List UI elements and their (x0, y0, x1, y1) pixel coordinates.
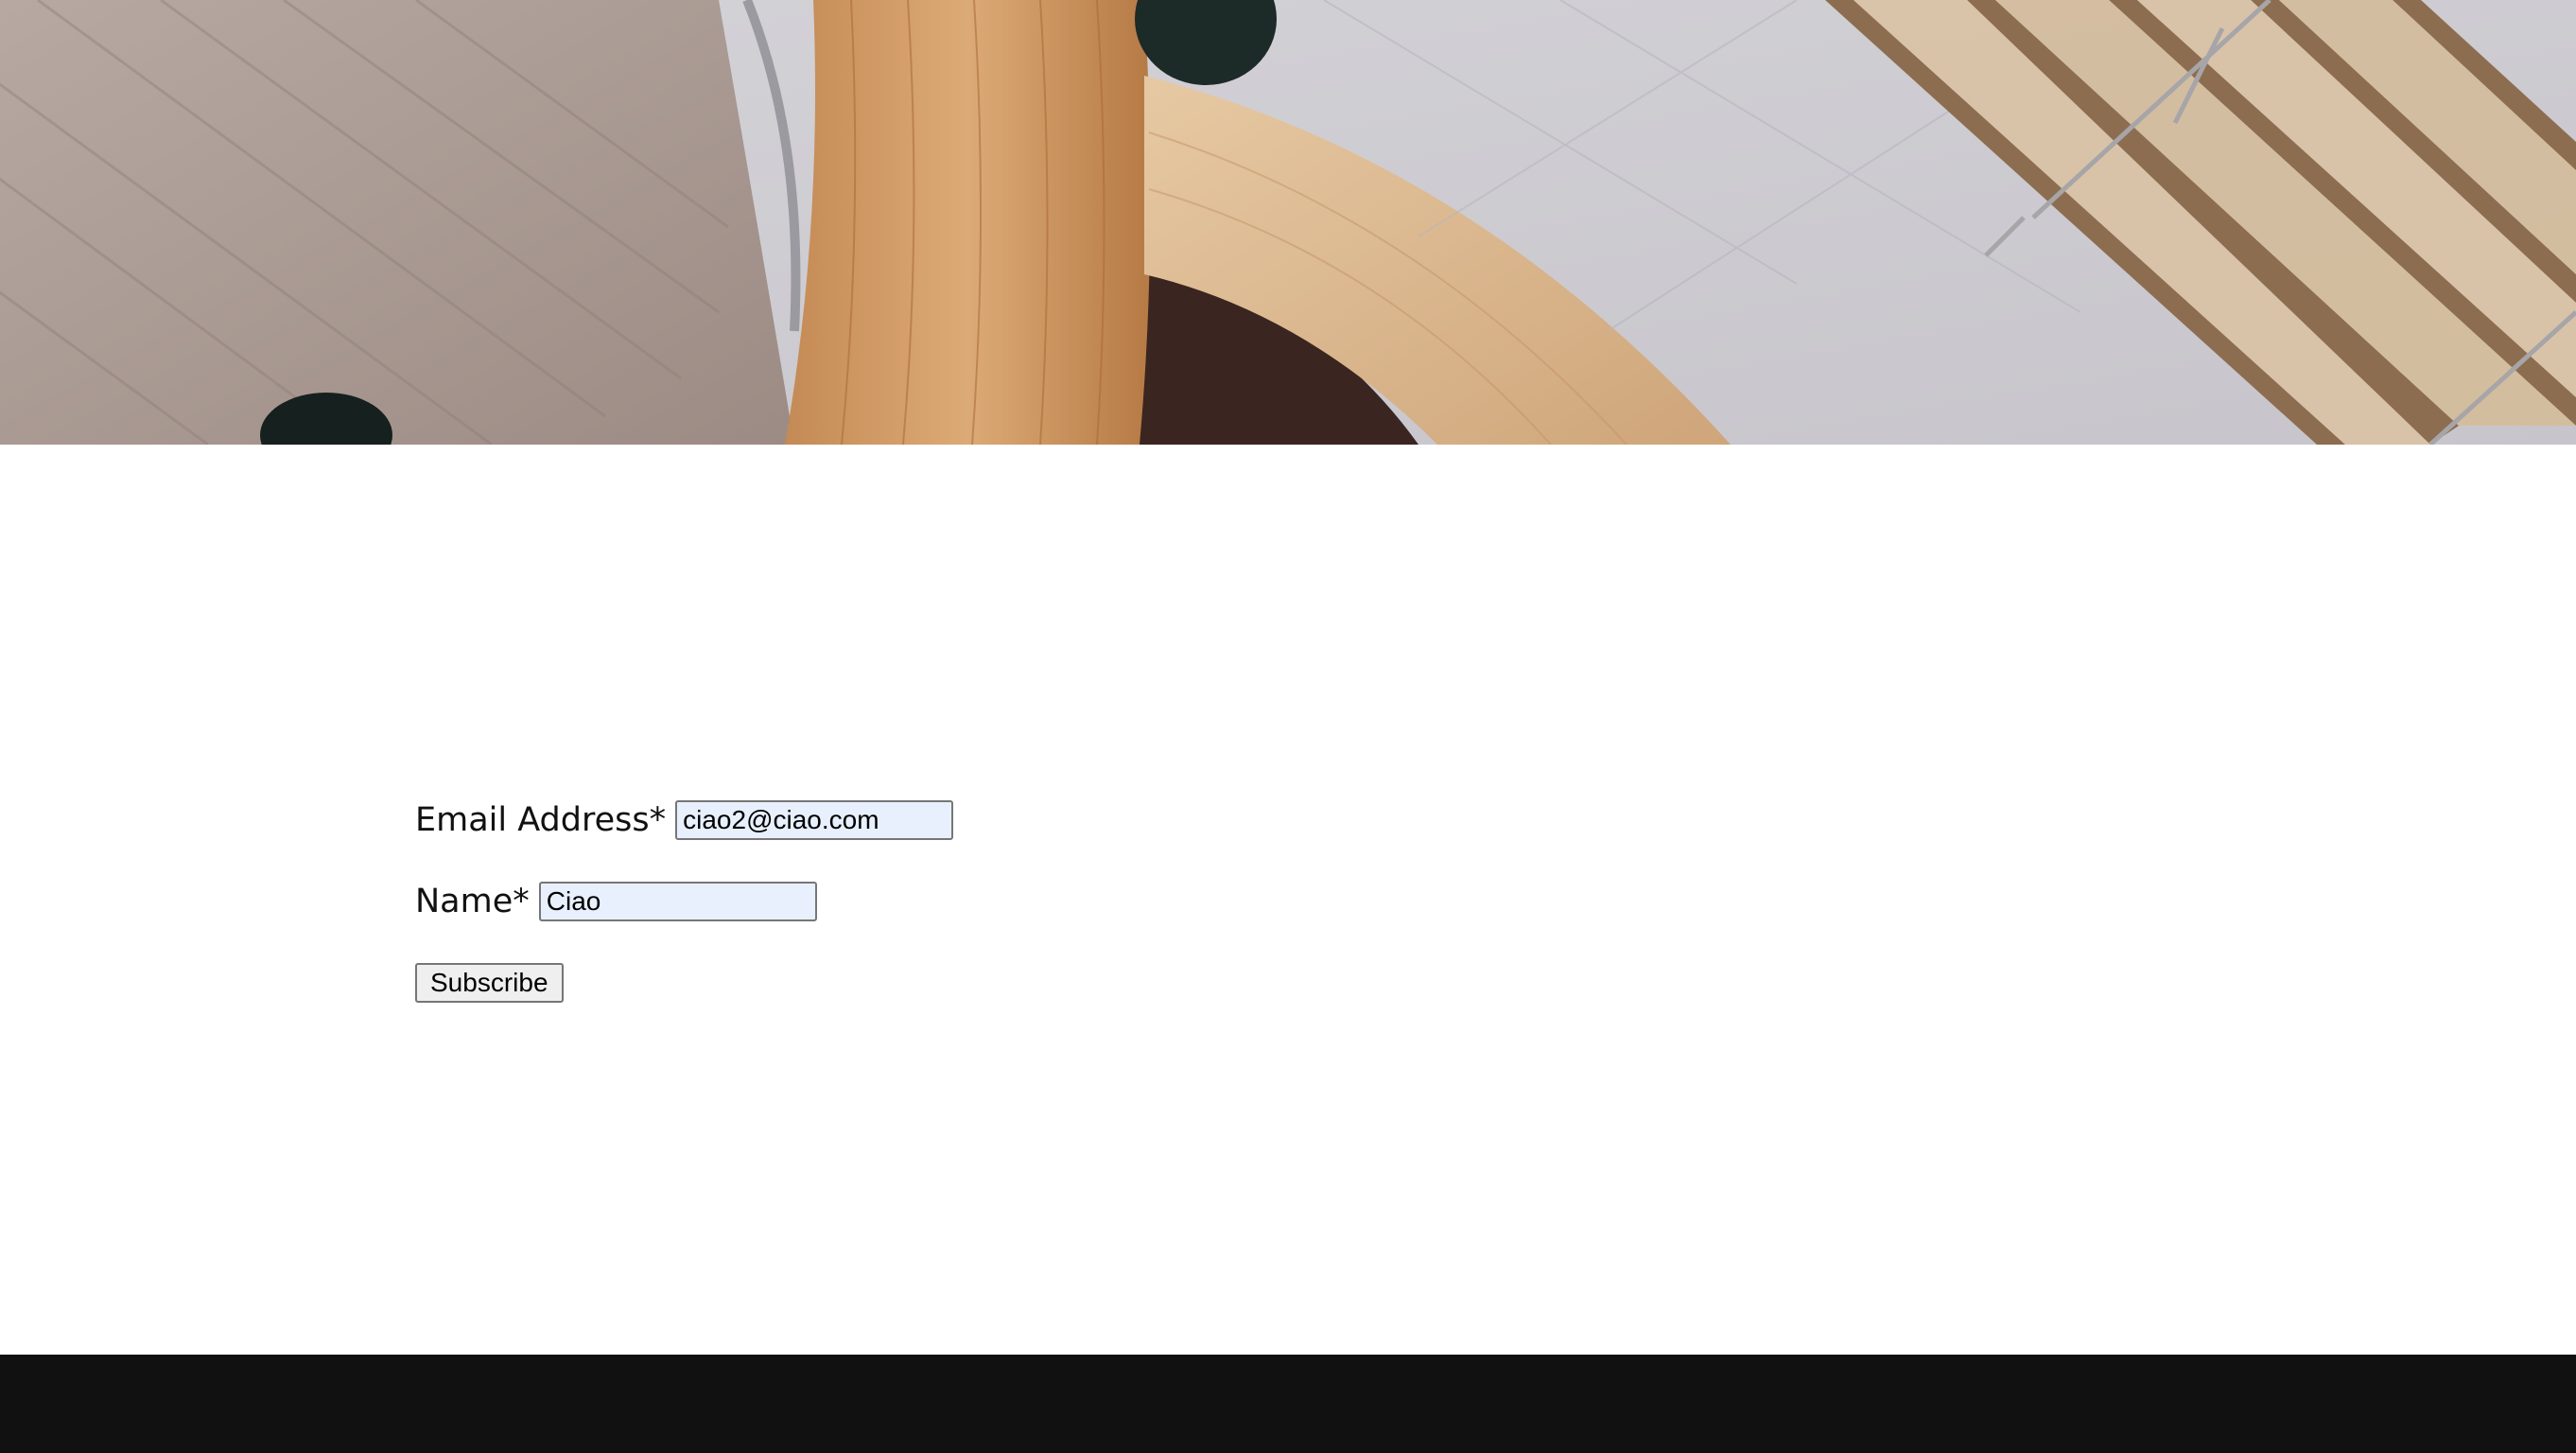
email-row: Email Address* (415, 793, 954, 848)
submit-row: Subscribe (415, 955, 953, 1010)
subscribe-form: Email Address* Name* Subscribe (415, 793, 954, 1037)
name-field[interactable] (538, 882, 817, 921)
footer (0, 1355, 2576, 1453)
email-field[interactable] (675, 800, 954, 840)
hero-photo (0, 0, 2576, 445)
page: Email Address* Name* Subscribe (0, 0, 2576, 1453)
hero-image (0, 0, 2576, 445)
name-row: Name* (415, 874, 953, 929)
subscribe-button[interactable]: Subscribe (415, 963, 564, 1003)
name-label: Name* (415, 883, 530, 920)
email-label: Email Address* (415, 801, 667, 839)
